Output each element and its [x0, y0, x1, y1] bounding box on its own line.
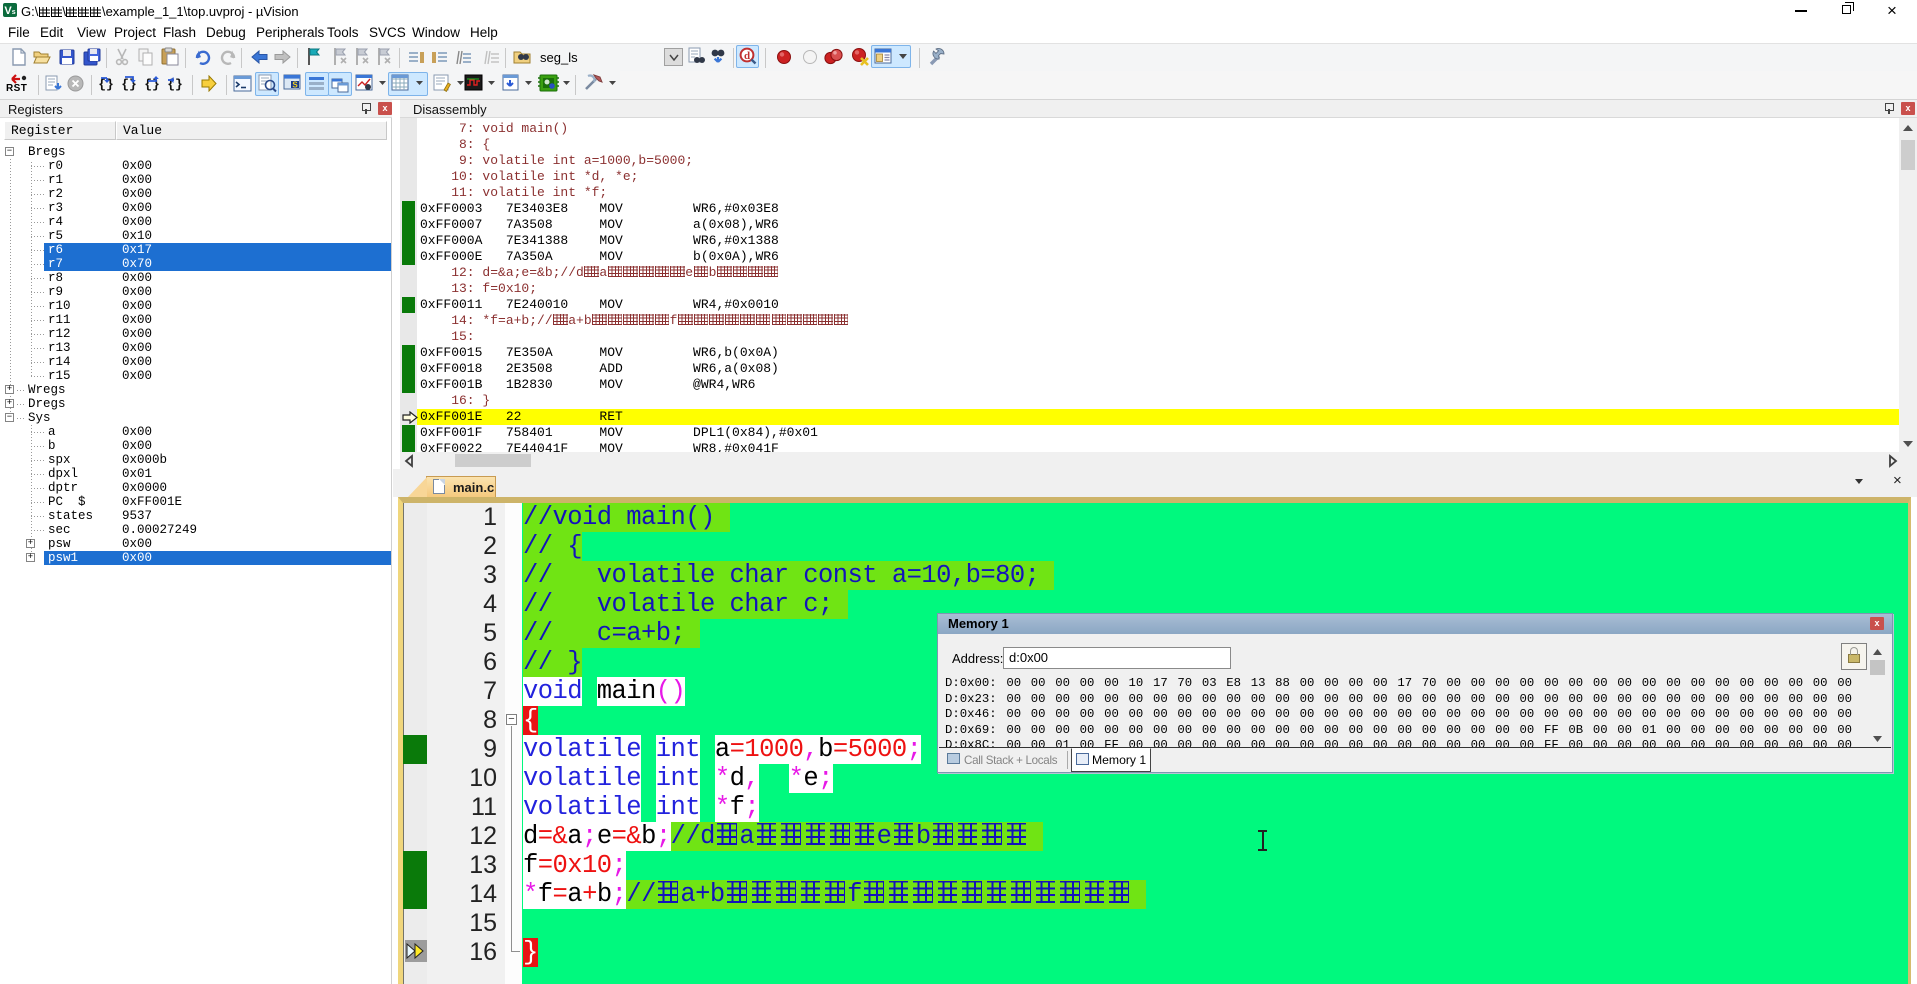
svg-text:d: d	[744, 50, 750, 62]
svg-text:S: S	[292, 81, 298, 90]
svg-text:{}: {}	[121, 77, 137, 92]
svg-text:{}: {}	[98, 77, 114, 92]
svg-text:{}: {}	[144, 77, 160, 92]
